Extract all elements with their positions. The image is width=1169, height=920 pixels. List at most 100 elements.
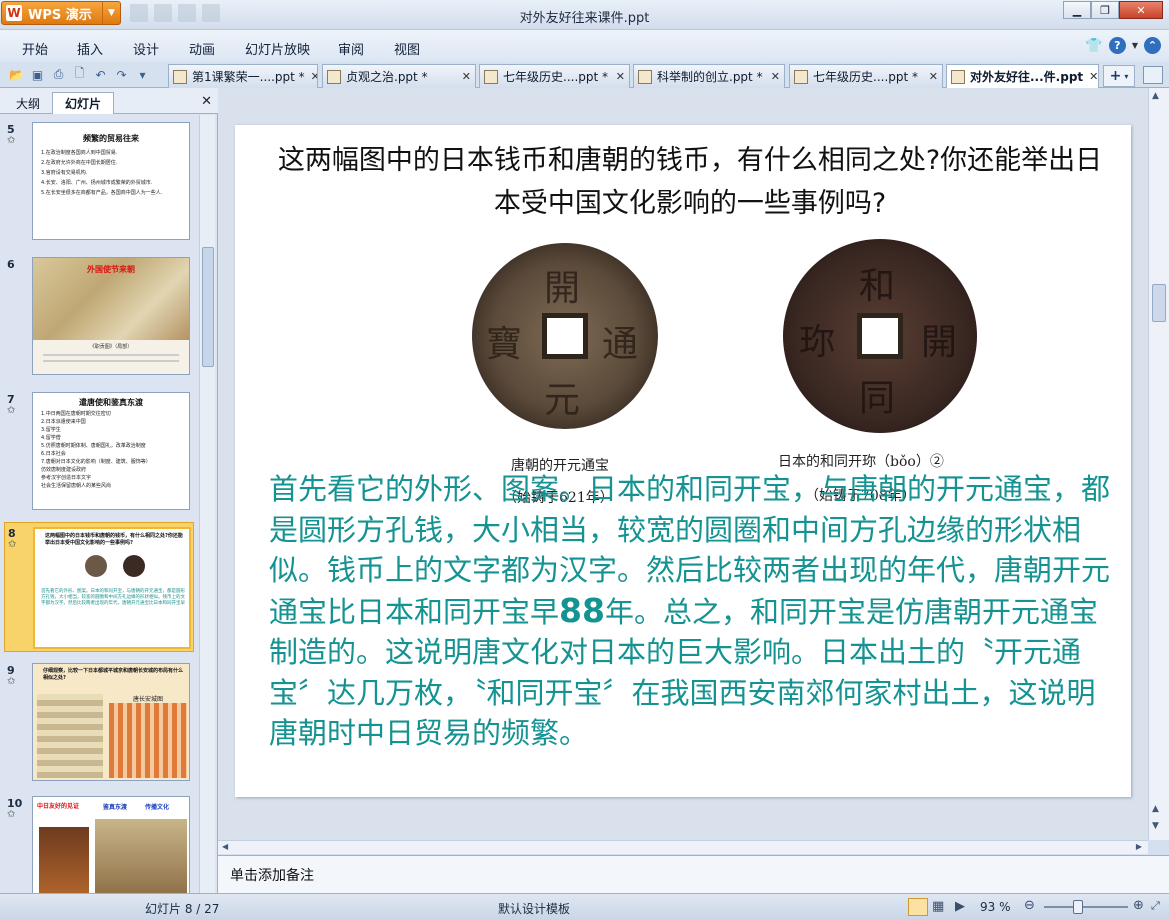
portrait-image [39, 827, 89, 893]
open-folder-icon[interactable]: 📂 [8, 66, 25, 83]
slideshow-view-icon[interactable]: ▶ [955, 899, 965, 914]
doc-tab-2[interactable]: 贞观之治.ppt * ✕ [322, 64, 476, 88]
next-slide-icon[interactable]: ▼ [1152, 821, 1159, 831]
doc-tab-4[interactable]: 科举制的创立.ppt * ✕ [633, 64, 785, 88]
body-number: 88 [559, 590, 605, 630]
tab-slides[interactable]: 幻灯片 [52, 92, 114, 114]
menu-insert[interactable]: 插入 [77, 39, 103, 58]
panel-tabs: 大纲 幻灯片 ✕ [0, 88, 218, 114]
shirt-icon[interactable]: 👕 [1085, 38, 1102, 54]
doc-tab-3[interactable]: 七年级历史....ppt * ✕ [479, 64, 630, 88]
thumbnail-slide-6[interactable]: 6 外国使节来朝 《职贡图》（局部） [4, 254, 194, 380]
thumbnail-slide-7[interactable]: 7 ✩ 遣唐使和鉴真东渡 1.中日两国在唐朝时期交往密切 2.日本派遣使来中国 … [4, 389, 194, 515]
menu-design[interactable]: 设计 [133, 39, 159, 58]
thumbnail-caption: 《职贡图》（局部） [89, 344, 133, 350]
coin2-caption: 日本的和同开珎（bǒo）② [778, 454, 944, 470]
wps-window: W WPS 演示 ▼ 对外友好往来课件.ppt ▁ ❐ ✕ 开始 插入 设计 动… [0, 0, 1169, 920]
tab-close-icon[interactable]: ✕ [305, 70, 317, 83]
tab-view-icon[interactable] [1143, 66, 1163, 84]
tab-label: 科举制的创立.ppt * [657, 70, 763, 84]
zoom-out-icon[interactable]: ⊖ [1024, 898, 1035, 913]
chevron-down-icon[interactable]: ▼ [1132, 41, 1138, 50]
up-arrow-icon[interactable]: ⌃ [1144, 37, 1161, 54]
maximize-button[interactable]: ❐ [1091, 1, 1119, 19]
thumbnail-line: 2.在政府允许外商在中国长期居住. [41, 160, 118, 166]
close-button[interactable]: ✕ [1119, 1, 1163, 19]
scroll-left-icon[interactable]: ◀ [222, 842, 228, 851]
fit-window-icon[interactable]: ⤢ [1151, 899, 1160, 913]
print-icon[interactable]: ⎙ [50, 66, 67, 83]
thumbnail-line: 1.在政治制度各国商人到中国贸易. [41, 150, 118, 156]
slide-number: 6 [7, 258, 15, 271]
tab-close-icon[interactable]: ✕ [1083, 70, 1098, 83]
tab-label: 七年级历史....ppt * [813, 70, 919, 84]
map-image [37, 694, 103, 778]
slide-canvas[interactable]: 这两幅图中的日本钱币和唐朝的钱币，有什么相同之处?你还能举出日本受中国文化影响的… [235, 125, 1131, 797]
thumbnail-title: 仔细观察，比较一下日本都城平城京和唐朝长安城的布局有什么相似之处? [43, 668, 184, 681]
toolbar-icons: 📂 ▣ ⎙ 🗋 ↶ ↷ ▾ [8, 66, 151, 83]
tab-close-icon[interactable]: ✕ [610, 70, 625, 83]
sorter-view-icon[interactable]: ▦ [932, 899, 944, 914]
slide-title[interactable]: 这两幅图中的日本钱币和唐朝的钱币，有什么相同之处?你还能举出日本受中国文化影响的… [275, 139, 1105, 225]
menu-home[interactable]: 开始 [22, 39, 48, 58]
horizontal-scrollbar[interactable]: ◀ ▶ [218, 840, 1148, 854]
scroll-thumb[interactable] [202, 247, 214, 367]
thumbnail-title: 频繁的贸易往来 [83, 134, 139, 143]
thumbnail-line: 5.仿照唐朝时期体制、唐朝国礼，改革政治制度 [41, 443, 146, 449]
thumbnail-frame: 这两幅图中的日本钱币和唐朝的钱币，有什么相同之处?你还能举出日本受中国文化影响的… [33, 527, 191, 649]
menu-animation[interactable]: 动画 [189, 39, 215, 58]
tab-close-icon[interactable]: ✕ [456, 70, 471, 83]
zoom-slider-track[interactable] [1044, 906, 1128, 908]
doc-tab-active[interactable]: 对外友好往...件.ppt ✕ [946, 64, 1099, 88]
coin-character: 和 [859, 266, 896, 307]
thumbnail-list: 5 ✩ 频繁的贸易往来 1.在政治制度各国商人到中国贸易. 2.在政府允许外商在… [0, 115, 198, 893]
tab-close-icon[interactable]: ✕ [923, 70, 938, 83]
notes-placeholder: 单击添加备注 [230, 868, 314, 884]
tab-outline[interactable]: 大纲 [6, 92, 50, 114]
doc-tab-1[interactable]: 第1课繁荣一....ppt *✕ [168, 64, 318, 88]
ppt-file-icon [638, 69, 652, 84]
thumbnail-slide-10[interactable]: 10 ✩ 中日友好的见证 鉴真东渡 传播文化 [4, 793, 194, 893]
minimize-button[interactable]: ▁ [1063, 1, 1091, 19]
thumbnail-line: 2.日本派遣使来中国 [41, 419, 86, 425]
thumbnail-frame: 频繁的贸易往来 1.在政治制度各国商人到中国贸易. 2.在政府允许外商在中国长期… [32, 122, 190, 240]
ppt-file-icon [327, 69, 341, 84]
redo-icon[interactable]: ↷ [113, 66, 130, 83]
doc-tab-5[interactable]: 七年级历史....ppt * ✕ [789, 64, 943, 88]
thumbnail-slide-8-selected[interactable]: 8 ✩ 这两幅图中的日本钱币和唐朝的钱币，有什么相同之处?你还能举出日本受中国文… [4, 522, 194, 652]
thumbnail-frame: 外国使节来朝 《职贡图》（局部） [32, 257, 190, 375]
vertical-scrollbar[interactable]: ▲ ▲ ▼ [1148, 88, 1169, 840]
scroll-up-icon[interactable]: ▲ [1152, 91, 1159, 101]
thumbnail-scrollbar[interactable] [199, 115, 215, 893]
coin-character: 開 [921, 322, 958, 363]
coin-hole [542, 313, 588, 359]
tab-label: 七年级历史....ppt * [503, 70, 609, 84]
help-icon[interactable]: ? [1108, 37, 1126, 54]
thumbnail-line: 7.唐朝对日本文化的影响（制度、建筑、服饰等） [41, 459, 151, 465]
thumbnail-subtitle: 传播文化 [145, 804, 170, 811]
normal-view-icon[interactable] [908, 898, 928, 916]
menu-review[interactable]: 审阅 [338, 39, 364, 58]
thumbnail-line: 参考汉字创造日本文字 [41, 475, 92, 481]
thumbnail-slide-5[interactable]: 5 ✩ 频繁的贸易往来 1.在政治制度各国商人到中国贸易. 2.在政府允许外商在… [4, 119, 194, 245]
new-tab-button[interactable]: + ▾ [1103, 65, 1135, 87]
zoom-in-icon[interactable]: ⊕ [1133, 898, 1144, 913]
thumbnail-slide-9[interactable]: 9 ✩ 仔细观察，比较一下日本都城平城京和唐朝长安城的布局有什么相似之处? 唐长… [4, 660, 194, 786]
title-bar: W WPS 演示 ▼ 对外友好往来课件.ppt ▁ ❐ ✕ [0, 0, 1169, 30]
notes-pane[interactable]: 单击添加备注 [218, 855, 1169, 893]
scroll-thumb[interactable] [1152, 284, 1166, 322]
menu-slideshow[interactable]: 幻灯片放映 [245, 39, 310, 58]
menu-view[interactable]: 视图 [394, 39, 420, 58]
more-icon[interactable]: ▾ [134, 66, 151, 83]
print-preview-icon[interactable]: 🗋 [71, 66, 88, 83]
slide-body-text[interactable]: 首先看它的外形、图案。日本的和同开宝，与唐朝的开元通宝，都是圆形方孔钱，大小相当… [269, 469, 1119, 754]
undo-icon[interactable]: ↶ [92, 66, 109, 83]
scroll-right-icon[interactable]: ▶ [1136, 842, 1142, 851]
tab-close-icon[interactable]: ✕ [765, 70, 780, 83]
thumbnail-frame: 中日友好的见证 鉴真东渡 传播文化 [32, 796, 190, 893]
close-icon[interactable]: ✕ [201, 94, 212, 109]
prev-slide-icon[interactable]: ▲ [1152, 804, 1159, 814]
ppt-file-icon [794, 69, 808, 84]
zoom-slider-handle[interactable] [1073, 900, 1083, 914]
save-icon[interactable]: ▣ [29, 66, 46, 83]
